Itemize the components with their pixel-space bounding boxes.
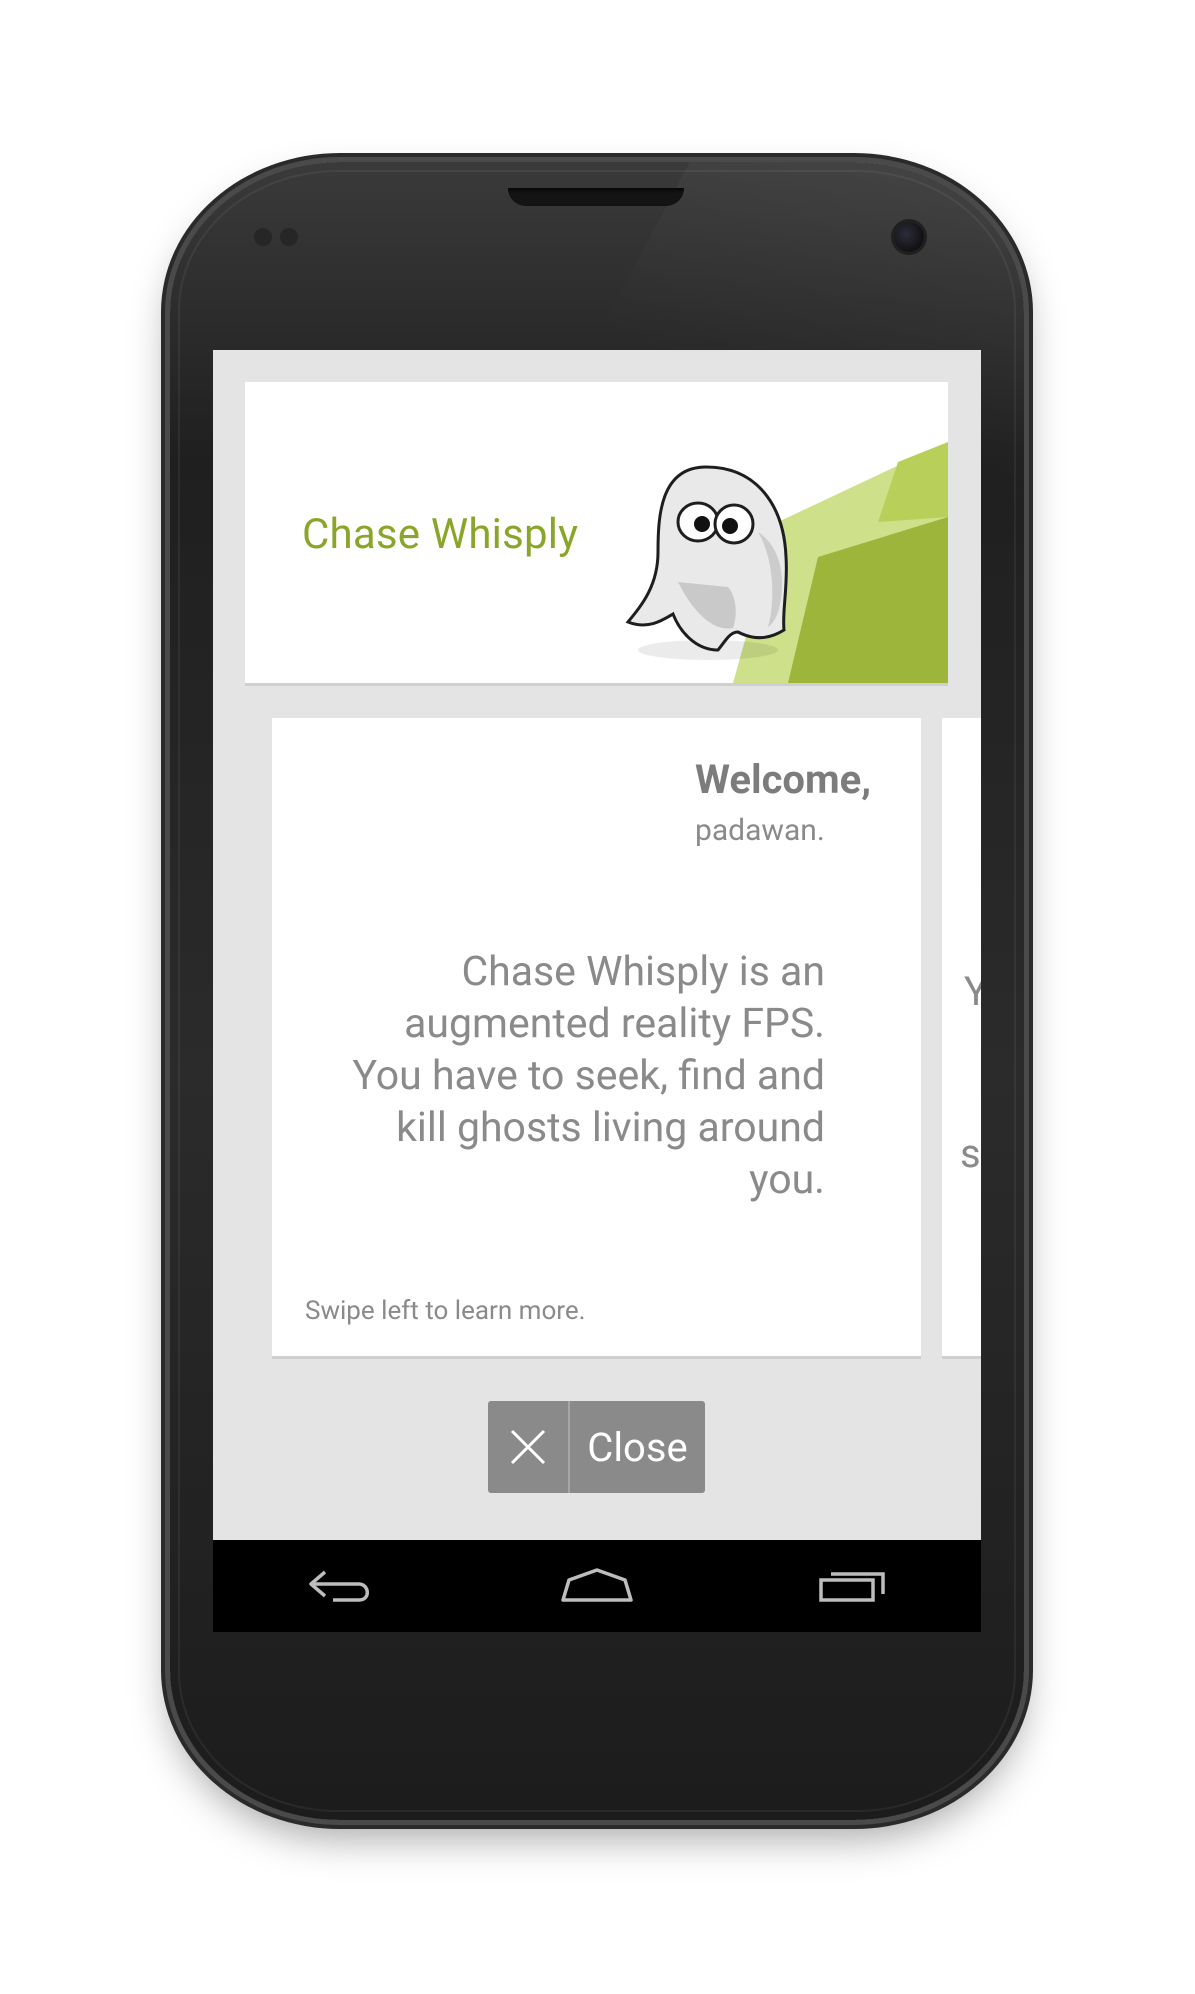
home-icon [561, 1568, 633, 1602]
welcome-description: Chase Whisply is an augmented reality FP… [285, 946, 825, 1206]
proximity-sensor [254, 228, 272, 246]
ghost-right-pupil [722, 518, 738, 534]
system-navigation-bar [213, 1540, 981, 1632]
app-title: Chase Whisply [302, 510, 579, 559]
recent-apps-button[interactable] [793, 1540, 913, 1632]
ghost-body [625, 465, 788, 652]
ghost-mascot-illustration [625, 442, 948, 683]
back-icon [309, 1570, 369, 1602]
swipe-hint: Swipe left to learn more. [305, 1296, 586, 1326]
close-icon [488, 1401, 570, 1493]
description-line: you. [749, 1156, 825, 1204]
description-line: kill ghosts living around [396, 1104, 825, 1152]
description-line: Chase Whisply is an [461, 948, 825, 996]
front-camera [894, 222, 924, 252]
next-card-peek[interactable]: Y s [942, 718, 981, 1356]
light-sensor [280, 228, 298, 246]
app-header-card: Chase Whisply [245, 382, 948, 683]
app-screen: Chase Whisply Welcome, padawan. Chase Wh… [213, 350, 981, 1632]
ghost-left-pupil [694, 516, 710, 532]
home-button[interactable] [537, 1540, 657, 1632]
back-button[interactable] [281, 1540, 401, 1632]
close-button[interactable]: Close [488, 1401, 705, 1493]
next-card-text-fragment: Y [964, 968, 981, 1015]
recent-apps-icon [819, 1572, 885, 1602]
product-shot: Chase Whisply Welcome, padawan. Chase Wh… [0, 0, 1195, 1994]
welcome-heading: Welcome, [695, 756, 872, 803]
description-line: You have to seek, find and [352, 1052, 825, 1100]
next-card-text-fragment: s [960, 1130, 981, 1177]
welcome-subheading: padawan. [695, 813, 825, 848]
close-button-label: Close [587, 1423, 688, 1471]
description-line: augmented reality FPS. [404, 1000, 825, 1048]
welcome-card[interactable]: Welcome, padawan. Chase Whisply is an au… [272, 718, 921, 1356]
earpiece-speaker [508, 188, 684, 206]
